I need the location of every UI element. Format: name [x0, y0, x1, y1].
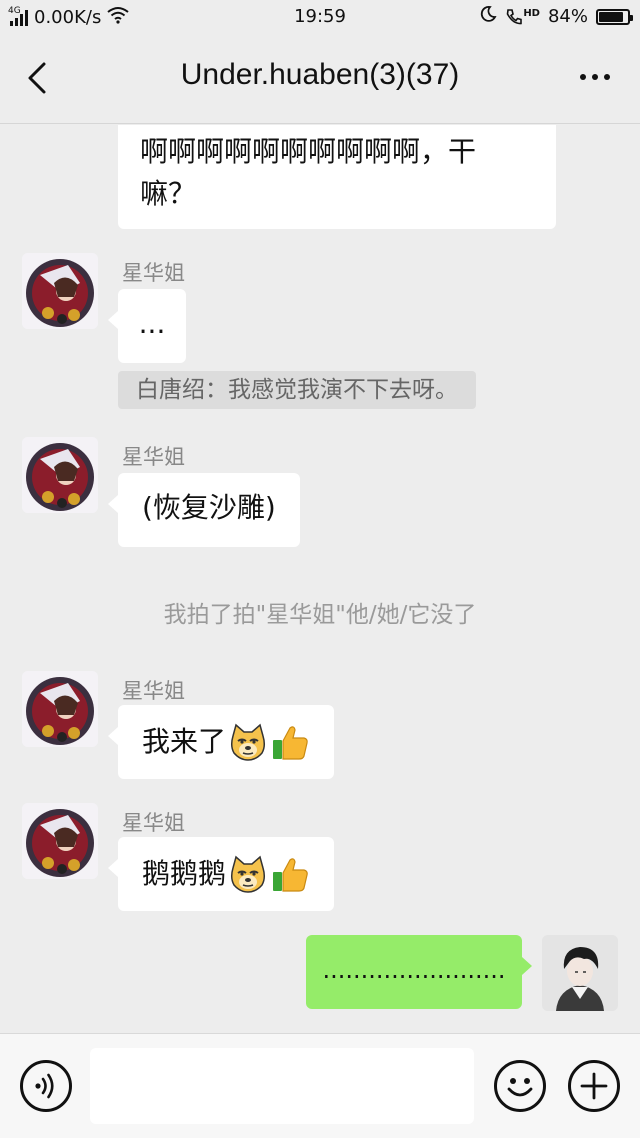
voice-button[interactable]: [20, 1060, 72, 1112]
message-list[interactable]: 啊啊啊啊啊啊啊啊啊啊，干 嘛？ 星华姐 ... 白唐绍：我感觉我演不下去呀。 星…: [0, 125, 640, 1033]
status-bar: 4G 0.00K/s 19:59 HD 84%: [0, 0, 640, 34]
hd-call-icon: HD: [505, 8, 540, 26]
message-text: 我来了: [142, 725, 227, 758]
message-text: (恢复沙雕): [142, 491, 276, 524]
sender-name: 星华姐: [122, 261, 185, 285]
emoji-icon: [507, 1078, 533, 1097]
chat-header: Under.huaben(3)(37): [0, 34, 640, 124]
avatar[interactable]: [22, 671, 98, 747]
quote-message[interactable]: 白唐绍：我感觉我演不下去呀。: [118, 371, 476, 409]
message-text: 啊啊啊啊啊啊啊啊啊啊，干: [140, 135, 477, 168]
message-text: ...: [138, 307, 166, 340]
message-bubble[interactable]: ...: [108, 289, 186, 363]
status-right: HD 84%: [479, 5, 633, 28]
avatar[interactable]: [22, 253, 98, 329]
battery-percent: 84%: [547, 6, 588, 27]
message-text: 嘛？: [140, 177, 197, 210]
plus-button[interactable]: [568, 1060, 620, 1112]
thumbs-up-emoji: [273, 858, 308, 892]
battery-icon: [596, 8, 633, 25]
avatar[interactable]: [22, 437, 98, 513]
message-text: ........................: [322, 956, 506, 984]
message-bubble[interactable]: 啊啊啊啊啊啊啊啊啊啊，干 嘛？: [118, 125, 556, 229]
message-bubble[interactable]: 鹅鹅鹅: [107, 837, 335, 911]
emoji-button[interactable]: [494, 1060, 546, 1112]
system-message: 我拍了拍"星华姐"他/她/它没了: [163, 602, 477, 628]
avatar[interactable]: [22, 803, 98, 879]
message-bubble[interactable]: 我来了: [107, 705, 335, 779]
plus-icon: [580, 1072, 608, 1100]
sender-name: 星华姐: [122, 811, 185, 835]
sender-name: 星华姐: [122, 679, 185, 703]
chat-title: Under.huaben(3)(37): [180, 58, 460, 91]
more-dots-icon[interactable]: [576, 64, 614, 90]
moon-icon: [479, 5, 497, 28]
input-bar: [0, 1033, 640, 1138]
doge-emoji: [231, 723, 266, 761]
sender-name: 星华姐: [122, 445, 185, 469]
thumbs-up-emoji: [273, 726, 308, 760]
my-message-bubble[interactable]: ........................: [306, 935, 532, 1009]
doge-emoji: [231, 855, 266, 893]
message-text: 鹅鹅鹅: [142, 857, 227, 890]
hd-label: HD: [523, 7, 540, 19]
voice-icon: [35, 1073, 54, 1099]
my-avatar[interactable]: [542, 935, 618, 1011]
message-bubble[interactable]: (恢复沙雕): [108, 473, 300, 547]
message-input[interactable]: [90, 1048, 474, 1124]
